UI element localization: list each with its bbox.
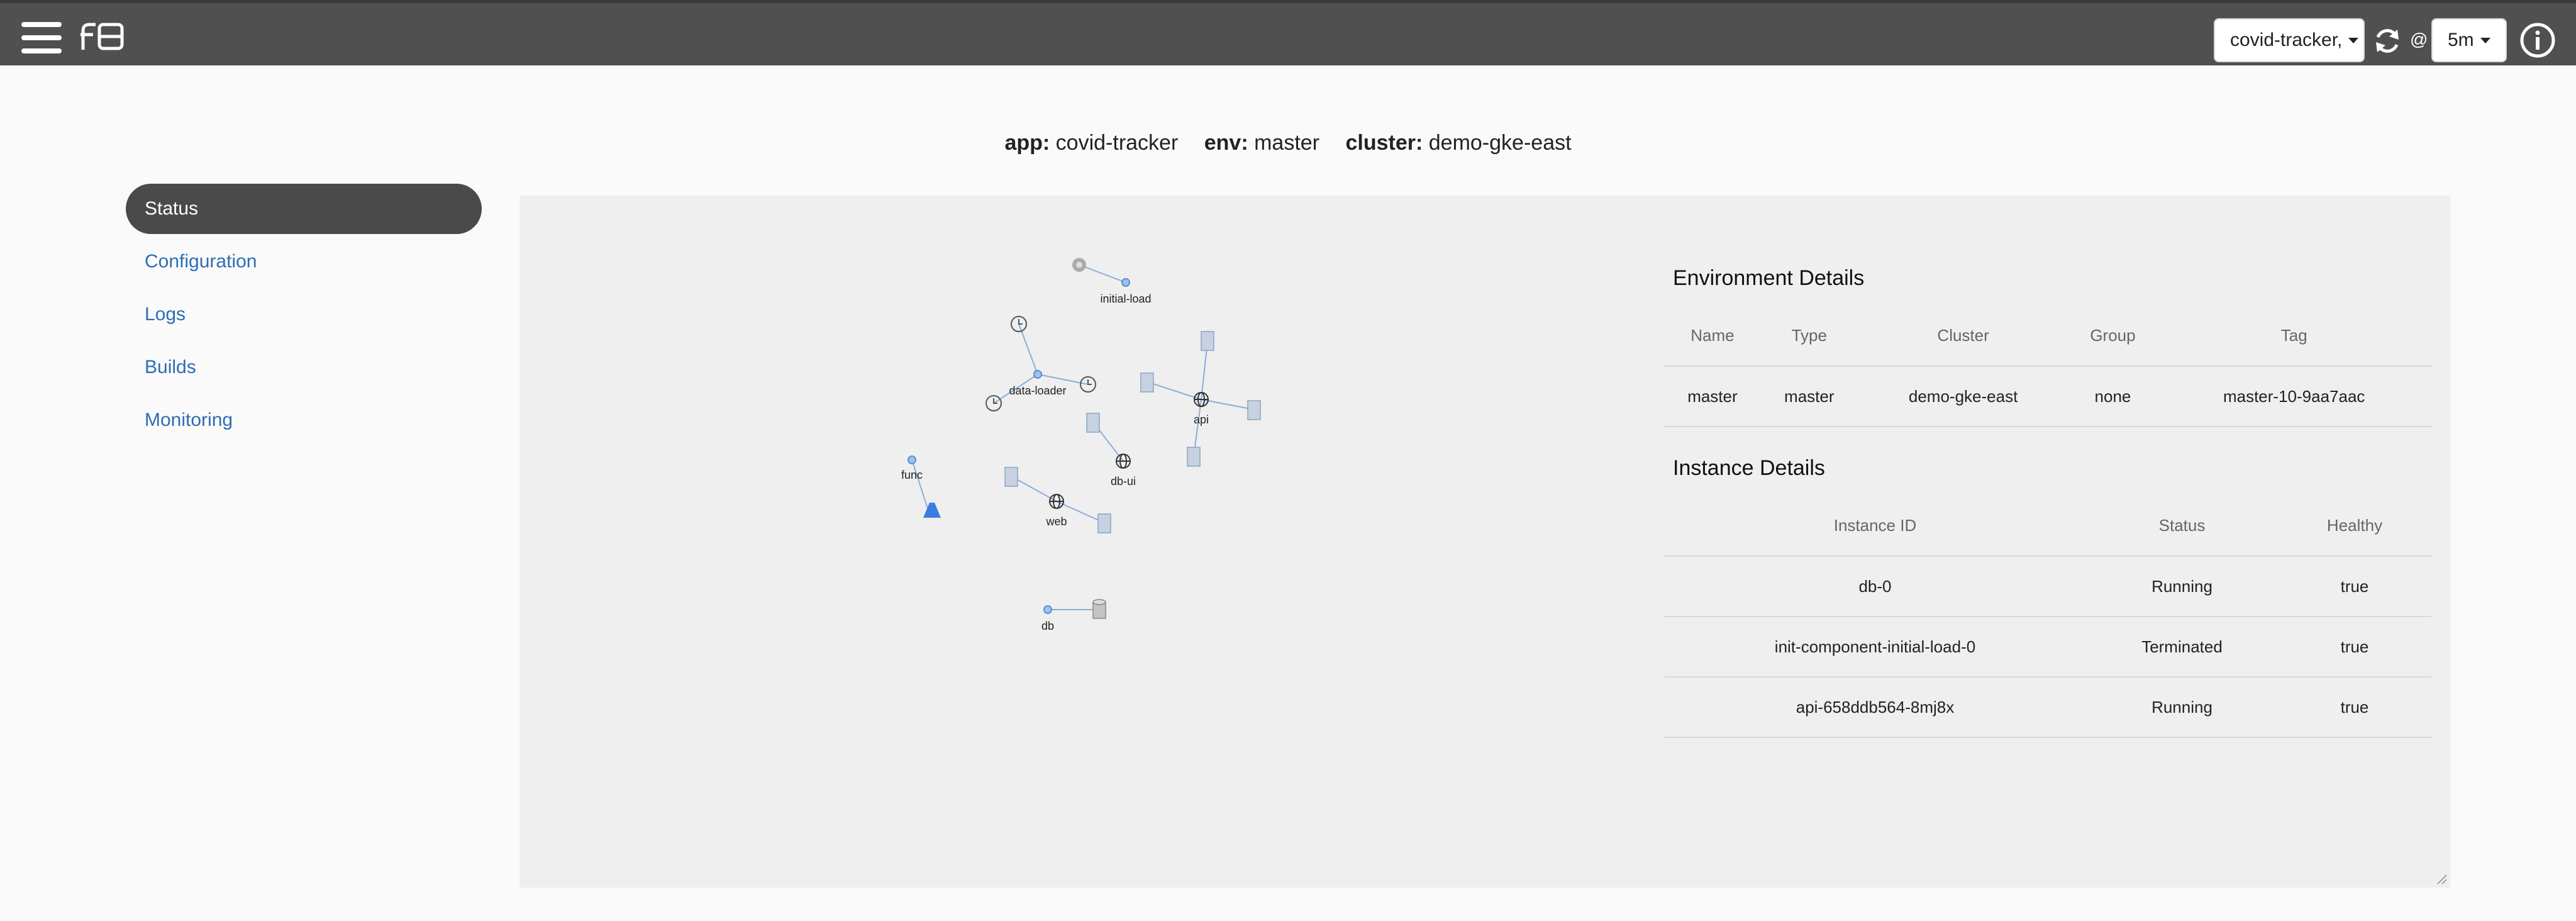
node-label-db-ui: db-ui	[1111, 475, 1136, 488]
node-db[interactable]	[1043, 605, 1052, 614]
table-row: master master demo-gke-east none master-…	[1664, 366, 2431, 427]
sidebar: Status Configuration Logs Builds Monitor…	[126, 184, 482, 448]
refresh-interval-select[interactable]: 5m	[2431, 18, 2507, 62]
environment-table: Name Type Cluster Group Tag master maste…	[1664, 306, 2431, 427]
cluster-label: cluster:	[1345, 131, 1423, 155]
column-header: Status	[2086, 496, 2278, 557]
table-row: api-658ddb564-8mj8x Running true	[1664, 677, 2431, 738]
status-cell: Running	[2086, 556, 2278, 617]
globe-icon	[1049, 392, 1209, 509]
app-value: covid-tracker	[1055, 131, 1179, 155]
chevron-down-icon	[2348, 37, 2359, 43]
environment-details-title: Environment Details	[1673, 266, 1865, 290]
node-label-data-loader: data-loader	[1009, 384, 1066, 397]
table-cell: none	[2068, 366, 2157, 427]
resize-handle-icon[interactable]	[2436, 874, 2448, 885]
refresh-icon[interactable]	[2372, 26, 2402, 56]
sidebar-item-monitoring[interactable]: Monitoring	[126, 395, 482, 445]
context-header: app: covid-tracker env: master cluster: …	[0, 131, 2576, 155]
interval-value: 5m	[2448, 30, 2474, 50]
column-header: Name	[1664, 306, 1761, 367]
at-sign: @	[2410, 30, 2428, 49]
status-cell: Terminated	[2086, 617, 2278, 678]
column-header: Instance ID	[1664, 496, 2086, 557]
top-bar: covid-tracker, @ 5m	[0, 0, 2576, 65]
info-icon[interactable]	[2519, 22, 2556, 59]
sidebar-item-status[interactable]: Status	[126, 184, 482, 234]
cron-job-icon	[1072, 258, 1086, 272]
column-header: Tag	[2157, 306, 2431, 367]
topology-graph[interactable]: initial-load data-loader api db-ui web f…	[519, 196, 1526, 888]
table-cell: demo-gke-east	[1857, 366, 2069, 427]
table-row: db-0 Running true	[1664, 556, 2431, 617]
node-label-api: api	[1194, 413, 1209, 426]
logo	[80, 23, 124, 50]
pod-icon	[1004, 331, 1261, 533]
table-cell: master	[1760, 366, 1858, 427]
instance-table: Instance ID Status Healthy db-0 Running …	[1664, 496, 2431, 738]
table-cell: master-10-9aa7aac	[2157, 366, 2431, 427]
chevron-down-icon	[2480, 37, 2490, 43]
function-icon	[923, 503, 941, 518]
healthy-cell: true	[2278, 556, 2431, 617]
instance-id-cell: db-0	[1664, 556, 2086, 617]
table-cell: master	[1664, 366, 1761, 427]
app-select[interactable]: covid-tracker,	[2214, 18, 2365, 62]
healthy-cell: true	[2278, 677, 2431, 738]
column-header: Type	[1760, 306, 1858, 367]
node-initial-load[interactable]	[1121, 278, 1130, 287]
table-header-row: Instance ID Status Healthy	[1664, 496, 2431, 557]
column-header: Healthy	[2278, 496, 2431, 557]
node-label-func: func	[901, 469, 923, 481]
node-data-loader[interactable]	[1033, 370, 1042, 379]
sidebar-item-configuration[interactable]: Configuration	[126, 237, 482, 287]
table-row: init-component-initial-load-0 Terminated…	[1664, 617, 2431, 678]
healthy-cell: true	[2278, 617, 2431, 678]
node-label-db: db	[1041, 620, 1054, 632]
database-icon	[1092, 599, 1106, 619]
status-panel: initial-load data-loader api db-ui web f…	[519, 196, 2450, 888]
instance-details-title: Instance Details	[1673, 456, 1825, 480]
column-header: Group	[2068, 306, 2157, 367]
env-label: env:	[1204, 131, 1248, 155]
column-header: Cluster	[1857, 306, 2069, 367]
instance-id-cell: init-component-initial-load-0	[1664, 617, 2086, 678]
app-select-value: covid-tracker,	[2230, 30, 2343, 50]
app-label: app:	[1004, 131, 1050, 155]
menu-icon[interactable]	[21, 22, 62, 53]
details-section: Environment Details Name Type Cluster Gr…	[1664, 196, 2431, 738]
node-label-initial-load: initial-load	[1100, 293, 1151, 305]
node-label-web: web	[1045, 515, 1067, 528]
node-func[interactable]	[908, 455, 916, 464]
cluster-value: demo-gke-east	[1428, 131, 1572, 155]
sidebar-item-logs[interactable]: Logs	[126, 289, 482, 340]
sidebar-item-builds[interactable]: Builds	[126, 342, 482, 393]
table-header-row: Name Type Cluster Group Tag	[1664, 306, 2431, 367]
env-value: master	[1254, 131, 1320, 155]
status-cell: Running	[2086, 677, 2278, 738]
instance-id-cell: api-658ddb564-8mj8x	[1664, 677, 2086, 738]
